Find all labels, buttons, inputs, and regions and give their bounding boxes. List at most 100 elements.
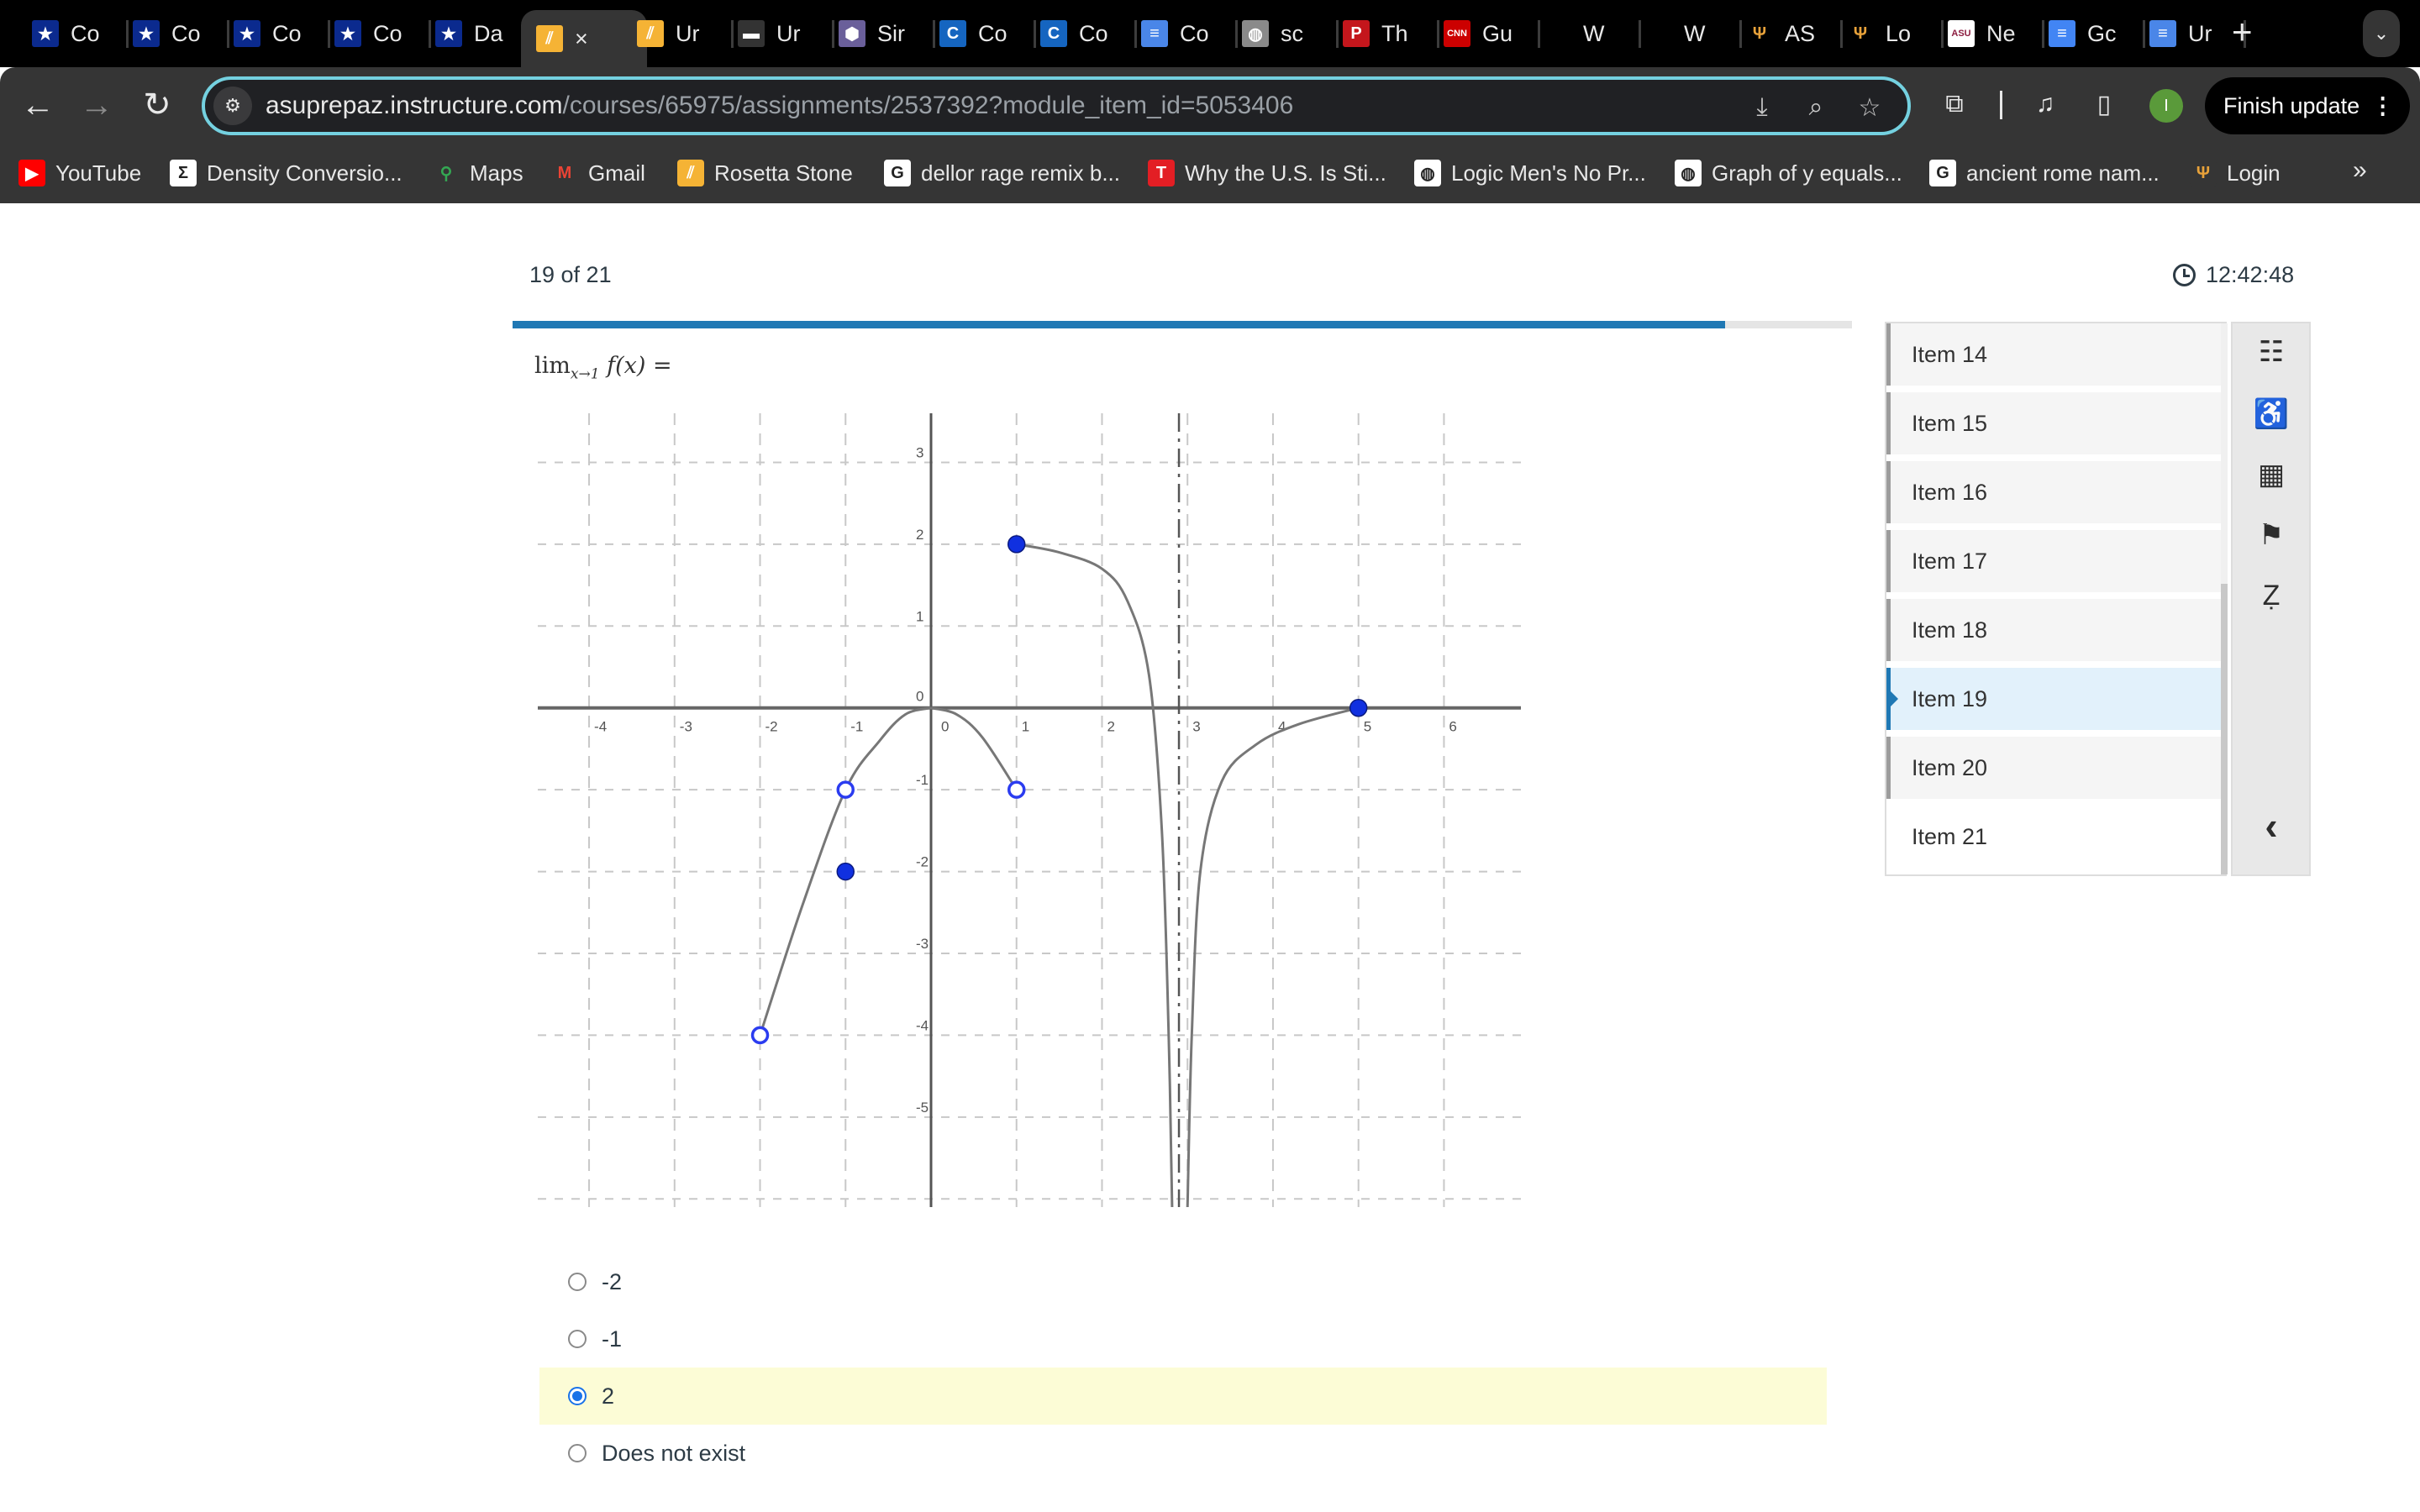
item-list-icon[interactable]: ☷ — [2253, 333, 2290, 370]
answer-label[interactable]: Does not exist — [602, 1441, 745, 1467]
install-app-icon[interactable]: ⤓ — [1746, 92, 1778, 123]
back-button[interactable]: ← — [17, 84, 59, 126]
tab-separator — [126, 20, 129, 48]
radio-selected[interactable] — [568, 1387, 587, 1405]
zoom-icon[interactable]: ⌕ — [1800, 92, 1832, 123]
browser-tab[interactable]: ★ Co — [133, 15, 218, 52]
browser-tab[interactable]: ⬢ Sir — [839, 15, 924, 52]
browser-tab[interactable]: W — [1544, 15, 1630, 52]
bookmark-label: dellor rage remix b... — [921, 160, 1120, 186]
bookmark-label: Logic Men's No Pr... — [1451, 160, 1646, 186]
tab-separator — [1235, 20, 1238, 48]
bookmark-item[interactable]: M Gmail — [551, 156, 645, 190]
browser-tab[interactable]: ≡ Co — [1141, 15, 1227, 52]
tab-title: Gc — [2087, 20, 2117, 46]
forward-button[interactable]: → — [76, 84, 118, 126]
bookmark-item[interactable]: ▶ YouTube — [18, 156, 141, 190]
radio-button[interactable] — [568, 1444, 587, 1462]
bookmarks-overflow-icon[interactable]: » — [2353, 156, 2367, 185]
x-tick-label: -3 — [680, 719, 692, 735]
side-panel-icon[interactable]: ▯ — [2086, 86, 2123, 123]
browser-tab[interactable]: ★ Co — [32, 15, 118, 52]
profile-avatar[interactable]: I — [2149, 89, 2183, 123]
answer-label[interactable]: 2 — [602, 1383, 614, 1410]
timer-value: 12:42:48 — [2206, 262, 2295, 287]
item-link[interactable]: Item 18 — [1886, 599, 2225, 661]
flag-icon[interactable]: ⚑ — [2253, 517, 2290, 554]
tab-separator — [1034, 20, 1036, 48]
bookmark-item[interactable]: ◍ Logic Men's No Pr... — [1414, 156, 1646, 190]
instructure-icon: ⫽ — [637, 20, 664, 47]
answer-option[interactable]: Does not exist — [539, 1425, 1827, 1482]
browser-tab[interactable]: P Th — [1343, 15, 1428, 52]
browser-tab[interactable]: ▬ Ur — [738, 15, 823, 52]
item-link[interactable]: Item 16 — [1886, 461, 2225, 523]
accessibility-icon[interactable]: ♿ — [2253, 396, 2290, 433]
browser-tab[interactable]: ASU Ne — [1948, 15, 2033, 52]
site-settings-icon[interactable]: ⚙ — [213, 87, 252, 125]
browser-tab[interactable]: C Co — [939, 15, 1025, 52]
collapse-chevron-icon[interactable]: ‹ — [2253, 804, 2290, 848]
upper-curve-to-asymptote — [1016, 543, 1174, 1207]
bookmark-label: YouTube — [55, 160, 142, 186]
answer-label[interactable]: -2 — [602, 1269, 622, 1295]
answer-option[interactable]: -2 — [539, 1253, 1827, 1310]
new-tab-button[interactable]: + — [2232, 13, 2253, 50]
answer-option[interactable]: 2 — [539, 1368, 1827, 1425]
url-text[interactable]: asuprepaz.instructure.com/courses/65975/… — [266, 92, 1293, 120]
toolbar-divider — [2000, 91, 2002, 119]
item-current[interactable]: Item 19 — [1886, 668, 2225, 730]
y-tick-label: 1 — [916, 608, 923, 624]
browser-tab[interactable]: ★ Da — [435, 15, 521, 52]
finish-update-button[interactable]: Finish update ⋮ — [2205, 77, 2410, 134]
calculator-icon[interactable]: ▦ — [2253, 456, 2290, 493]
bookmark-item[interactable]: ⚲ Maps — [433, 156, 523, 190]
browser-tab[interactable]: ★ Co — [234, 15, 319, 52]
item-link[interactable]: Item 20 — [1886, 737, 2225, 799]
bookmark-item[interactable]: ⫽ Rosetta Stone — [677, 156, 853, 190]
tab-title: Ur — [2188, 20, 2212, 46]
reload-button[interactable]: ↻ — [136, 84, 178, 126]
bookmark-item[interactable]: Ψ Login — [2190, 156, 2281, 190]
bookmark-item[interactable]: Gancient rome nam... — [1929, 156, 2160, 190]
lim-subscript: x→1 — [570, 365, 600, 383]
scrollbar-thumb[interactable] — [2221, 584, 2228, 874]
item-list-scrollbar[interactable] — [2221, 323, 2228, 874]
answer-option[interactable]: -1 — [539, 1310, 1827, 1368]
closed-point — [1349, 698, 1368, 717]
browser-tab[interactable]: CNN Gu — [1444, 15, 1529, 52]
bookmark-star-icon[interactable]: ☆ — [1854, 92, 1886, 123]
url-path: /courses/65975/assignments/2537392?modul… — [562, 92, 1294, 119]
radio-button[interactable] — [568, 1330, 587, 1348]
eliminate-icon[interactable]: Ẓ — [2253, 577, 2290, 614]
browser-tab[interactable]: C Co — [1040, 15, 1126, 52]
address-bar[interactable]: ⚙ asuprepaz.instructure.com/courses/6597… — [202, 76, 1911, 135]
browser-tab[interactable]: ◍ sc — [1242, 15, 1328, 52]
browser-tab[interactable]: ⫽ Ur — [637, 15, 723, 52]
media-controls-icon[interactable]: ♫ — [2027, 86, 2064, 123]
bookmark-item[interactable]: Gdellor rage remix b... — [884, 156, 1120, 190]
item-link[interactable]: Item 15 — [1886, 392, 2225, 454]
browser-tab[interactable]: ≡ Ur — [2149, 15, 2235, 52]
browser-tab[interactable]: ★ Co — [334, 15, 420, 52]
bookmark-item[interactable]: Σ Density Conversio... — [170, 156, 402, 190]
browser-tab[interactable]: ⫽ × — [521, 10, 647, 67]
answer-label[interactable]: -1 — [602, 1326, 622, 1352]
tab-search-button[interactable]: ⌄ — [2363, 10, 2400, 57]
quiz-progress-bar — [513, 321, 1852, 328]
browser-tab[interactable]: W — [1645, 15, 1731, 52]
item-link[interactable]: Item 21 — [1886, 806, 2225, 868]
radio-button[interactable] — [568, 1273, 587, 1291]
extensions-icon[interactable]: ⧉ — [1936, 86, 1973, 123]
browser-tab[interactable]: Ψ AS — [1746, 15, 1832, 52]
bookmark-item[interactable]: T Why the U.S. Is Sti... — [1148, 156, 1386, 190]
browser-tab[interactable]: Ψ Lo — [1847, 15, 1933, 52]
tab-title[interactable]: × — [575, 26, 588, 52]
item-link[interactable]: Item 14 — [1886, 323, 2225, 386]
item-link[interactable]: Item 17 — [1886, 530, 2225, 592]
x-tick-label: 2 — [1107, 719, 1114, 735]
bookmark-label: Maps — [470, 160, 523, 186]
browser-tab[interactable]: ≡ Gc — [2049, 15, 2134, 52]
reload-icon: ↻ — [143, 87, 171, 123]
bookmark-item[interactable]: ◍ Graph of y equals... — [1675, 156, 1902, 190]
